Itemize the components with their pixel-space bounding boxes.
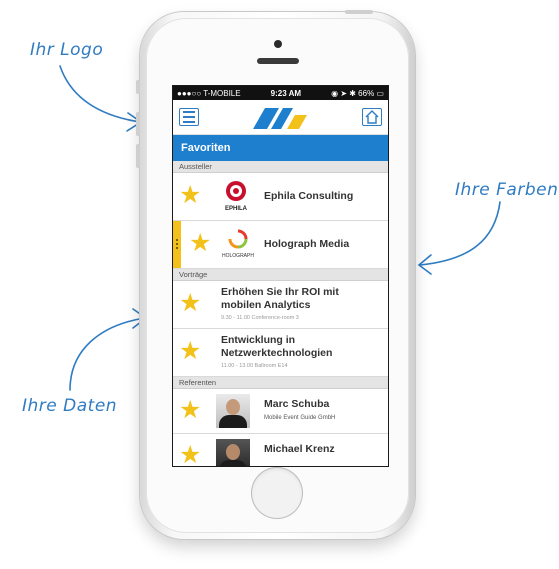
app-logo <box>253 108 307 129</box>
speaker-company: Mobile Event Guide GmbH <box>264 415 336 421</box>
avatar <box>216 394 250 428</box>
app-screen: ●●●○○ T-MOBILE 9:23 AM ◉ ➤ ✱ 66% ▭ Favor… <box>172 85 389 467</box>
power-button[interactable] <box>345 10 373 14</box>
carrier-label: ●●●○○ T-MOBILE <box>177 88 241 98</box>
holograph-logo: HOLOGRAPH <box>222 229 254 259</box>
ephila-logo: EPHILA <box>225 181 248 212</box>
home-icon[interactable] <box>362 108 382 126</box>
volume-down-button[interactable] <box>136 144 140 168</box>
talk-title-line: Netzwerktechnologien <box>221 347 333 359</box>
talk-title-line: Entwicklung in <box>221 334 296 346</box>
app-header <box>173 100 388 135</box>
star-icon[interactable]: ★ <box>179 183 201 208</box>
list-item[interactable]: ★ Entwicklung in Netzwerktechnologien 11… <box>173 329 388 377</box>
star-icon[interactable]: ★ <box>189 231 211 256</box>
star-icon[interactable]: ★ <box>179 339 201 364</box>
hamburger-icon[interactable] <box>179 108 199 126</box>
section-header-speakers: Referenten <box>173 377 388 389</box>
talk-title: Erhöhen Sie Ihr ROI mit mobilen Analytic… <box>221 286 381 312</box>
status-bar: ●●●○○ T-MOBILE 9:23 AM ◉ ➤ ✱ 66% ▭ <box>173 86 388 100</box>
home-button[interactable] <box>251 467 303 519</box>
star-icon[interactable]: ★ <box>179 398 201 423</box>
battery-indicator: ◉ ➤ ✱ 66% ▭ <box>331 88 384 98</box>
star-icon[interactable]: ★ <box>179 443 201 467</box>
front-camera <box>274 40 282 48</box>
mute-switch[interactable] <box>136 80 140 94</box>
page-title: Favoriten <box>173 135 388 161</box>
arrow-to-data <box>69 317 146 391</box>
list-item[interactable]: ★ HOLOGRAPH Holograph Media <box>173 221 388 269</box>
ephila-logo-text: EPHILA <box>225 206 248 212</box>
talk-title-line: mobilen Analytics <box>221 299 311 311</box>
list-item[interactable]: ★ Michael Krenz <box>173 434 388 467</box>
avatar <box>216 439 250 466</box>
star-icon[interactable]: ★ <box>179 291 201 316</box>
section-header-exhibitors: Aussteller <box>173 161 388 173</box>
talk-title-line: Erhöhen Sie Ihr ROI mit <box>221 286 339 298</box>
talk-details: 9.30 - 11.00 Conference-room 3 <box>221 315 299 321</box>
arrow-to-colors <box>419 201 501 266</box>
talk-details: 11.00 - 13.00 Ballroom E14 <box>221 363 288 369</box>
exhibitor-name: Holograph Media <box>264 238 350 250</box>
speaker-name: Michael Krenz <box>264 443 335 455</box>
clock: 9:23 AM <box>270 88 302 98</box>
talk-title: Entwicklung in Netzwerktechnologien <box>221 334 381 360</box>
list-item[interactable]: ★ EPHILA Ephila Consulting <box>173 173 388 221</box>
volume-up-button[interactable] <box>136 112 140 136</box>
drag-handle[interactable] <box>173 221 181 268</box>
list-item[interactable]: ★ Marc Schuba Mobile Event Guide GmbH <box>173 389 388 434</box>
exhibitor-name: Ephila Consulting <box>264 190 354 202</box>
holograph-logo-text: HOLOGRAPH <box>222 253 254 259</box>
earpiece-speaker <box>257 58 299 64</box>
section-header-talks: Vorträge <box>173 269 388 281</box>
list-item[interactable]: ★ Erhöhen Sie Ihr ROI mit mobilen Analyt… <box>173 281 388 329</box>
speaker-name: Marc Schuba <box>264 398 330 410</box>
